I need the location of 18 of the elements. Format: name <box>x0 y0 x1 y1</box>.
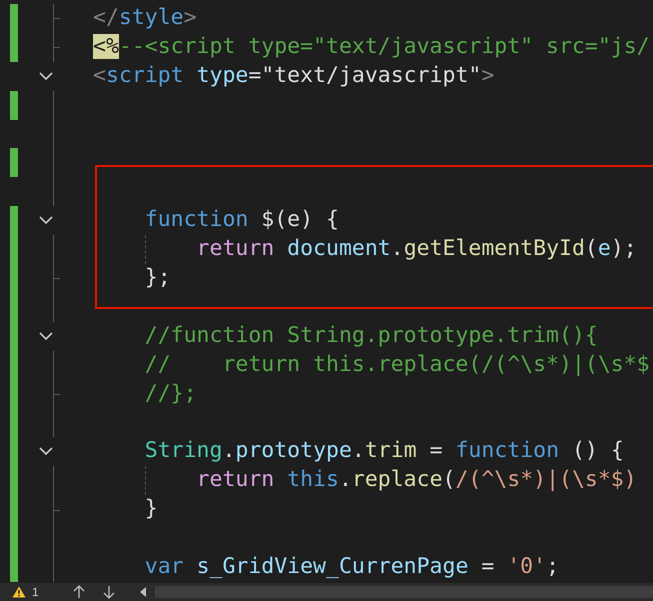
code-line: } <box>144 495 158 524</box>
down-arrow-icon[interactable] <box>102 585 115 599</box>
code-line: </style> <box>93 4 197 32</box>
code-line: function $(e) { <box>144 206 339 234</box>
code-line: <script type="text/javascript"> <box>93 62 494 90</box>
code-line: }; <box>144 264 171 292</box>
code-line: // return this.replace(/(^\s*)|(\s*$ <box>144 350 650 379</box>
code-line: //}; <box>144 380 197 408</box>
code-line: <%--<script type="text/javascript" src="js/ <box>93 32 650 61</box>
code-line: return this.replace(/(^\s*)|(\s*$) <box>93 466 637 496</box>
code-line: String.prototype.trim = function () { <box>144 437 624 466</box>
code-line: var s_GridView_CurrenPage = '0'; <box>144 552 560 581</box>
up-arrow-icon[interactable] <box>72 585 85 599</box>
code-line: //function String.prototype.trim(){ <box>144 322 598 350</box>
warning-count: 1 <box>32 585 39 599</box>
code-line: return document.getElementById(e); <box>93 235 637 264</box>
warning-icon[interactable] <box>12 586 26 598</box>
scroll-left-icon[interactable] <box>138 587 147 597</box>
